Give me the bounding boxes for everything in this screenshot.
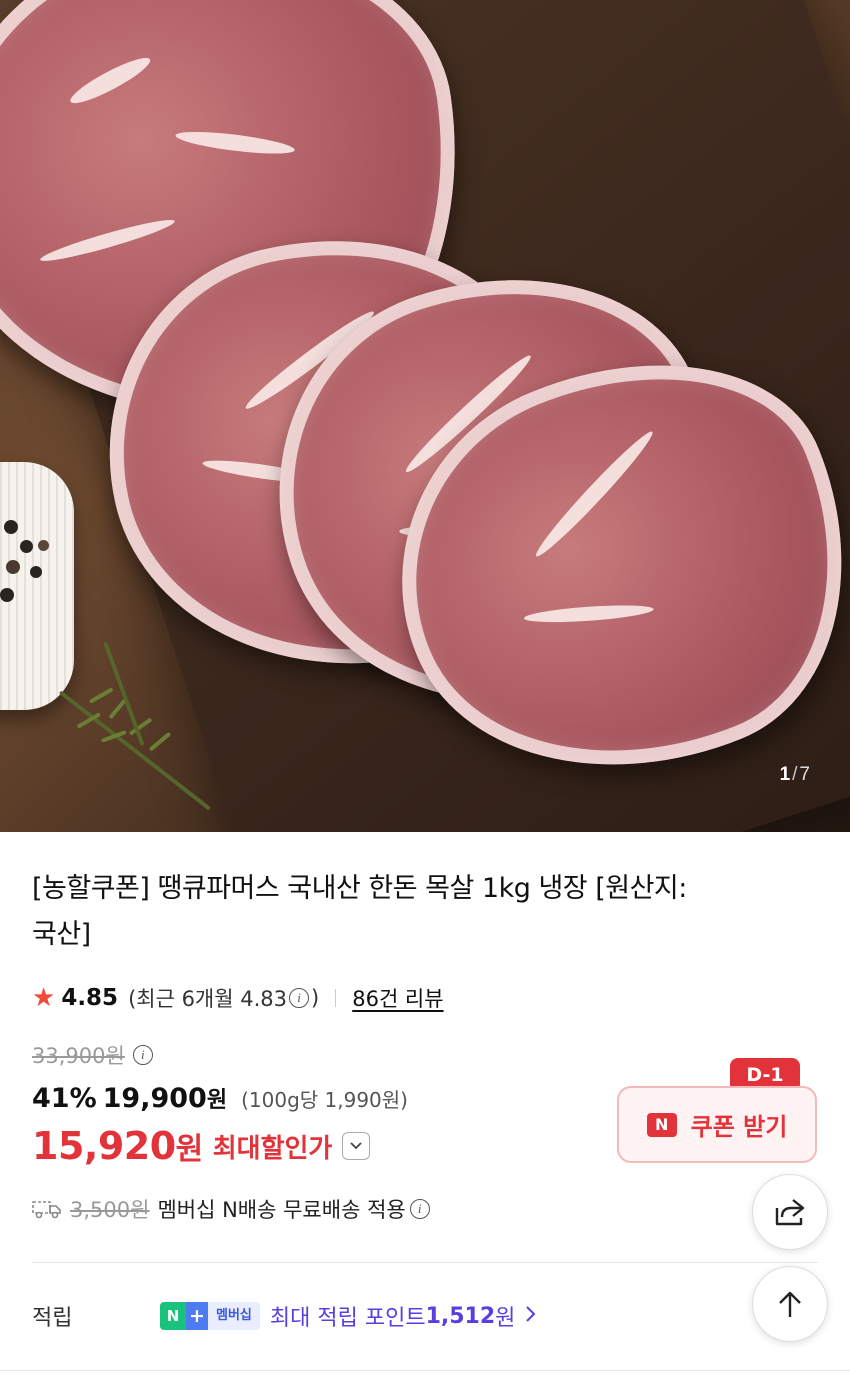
points-won: 원 — [495, 1306, 516, 1331]
badge-membership: 멤버십 — [208, 1302, 260, 1330]
product-title: [농할쿠폰] 땡큐파머스 국내산 한돈 목살 1kg 냉장 [원산지:국산] — [32, 873, 687, 950]
section-divider — [32, 1262, 818, 1263]
badge-n: N — [160, 1302, 186, 1330]
info-icon[interactable]: i — [132, 1045, 153, 1065]
image-counter: 1/7 — [780, 764, 810, 786]
original-price-row: 33,900원 i — [32, 1040, 155, 1070]
max-discount-won: 원 — [175, 1132, 204, 1167]
points-label: 적립 — [32, 1306, 73, 1331]
info-icon[interactable]: i — [289, 988, 310, 1008]
truck-icon — [32, 1201, 61, 1219]
points-text: 최대 적립 포인트 — [269, 1306, 426, 1331]
badge-plus: + — [186, 1302, 208, 1330]
counter-separator: / — [792, 764, 798, 785]
recent-rating-close: ) — [311, 986, 320, 1010]
share-icon — [775, 1199, 805, 1226]
info-icon[interactable]: i — [409, 1199, 430, 1219]
scroll-top-button[interactable] — [752, 1266, 828, 1342]
naver-logo: N — [646, 1112, 677, 1137]
coupon-button[interactable]: N 쿠폰 받기 — [617, 1086, 817, 1163]
counter-total: 7 — [799, 764, 810, 785]
nplus-membership-badge: N + 멤버십 — [160, 1302, 260, 1330]
product-info: [농할쿠폰] 땡큐파머스 국내산 한돈 목살 1kg 냉장 [원산지:국산] ★… — [0, 832, 850, 1379]
rating-score: 4.85 — [61, 985, 119, 1011]
sale-price: 19,900 — [102, 1083, 207, 1114]
rosemary — [58, 690, 211, 811]
discount-percent: 41% — [32, 1083, 97, 1114]
bottom-divider — [0, 1370, 850, 1371]
points-amount: 1,512 — [425, 1303, 496, 1329]
max-discount-row[interactable]: 15,920 원 최대할인가 — [32, 1124, 371, 1168]
product-image[interactable]: 1/7 — [0, 0, 850, 832]
max-discount-price: 15,920 — [32, 1124, 176, 1168]
coupon-label: 쿠폰 받기 — [690, 1113, 788, 1141]
recent-rating: (최근 6개월 4.83 — [128, 987, 288, 1011]
max-discount-label: 최대할인가 — [212, 1133, 333, 1164]
counter-current: 1 — [779, 764, 791, 785]
pepper-bowl — [0, 462, 74, 710]
shipping-row: 3,500원 멤버십 N배송 무료배송 적용 i — [32, 1194, 432, 1224]
divider — [335, 989, 337, 1007]
original-price: 33,900원 — [32, 1044, 125, 1068]
points-row[interactable]: 적립 N + 멤버십 최대 적립 포인트 1,512 원 — [32, 1298, 672, 1334]
chevron-down-icon[interactable] — [342, 1132, 371, 1160]
shipping-text: 멤버십 N배송 무료배송 적용 — [157, 1198, 406, 1222]
share-button[interactable] — [752, 1174, 828, 1250]
unit-price: (100g당 1,990원) — [241, 1088, 408, 1112]
rating-row: ★ 4.85 (최근 6개월 4.83 i ) 86건 리뷰 — [32, 982, 444, 1014]
star-icon: ★ — [32, 983, 56, 1013]
chevron-right-icon — [525, 1304, 537, 1329]
reviews-link[interactable]: 86건 리뷰 — [352, 983, 443, 1013]
original-shipping-fee: 3,500원 — [70, 1198, 150, 1222]
arrow-up-icon — [779, 1291, 801, 1317]
sale-price-row: 41% 19,900 원 (100g당 1,990원) — [32, 1082, 408, 1114]
sale-price-won: 원 — [206, 1088, 228, 1113]
